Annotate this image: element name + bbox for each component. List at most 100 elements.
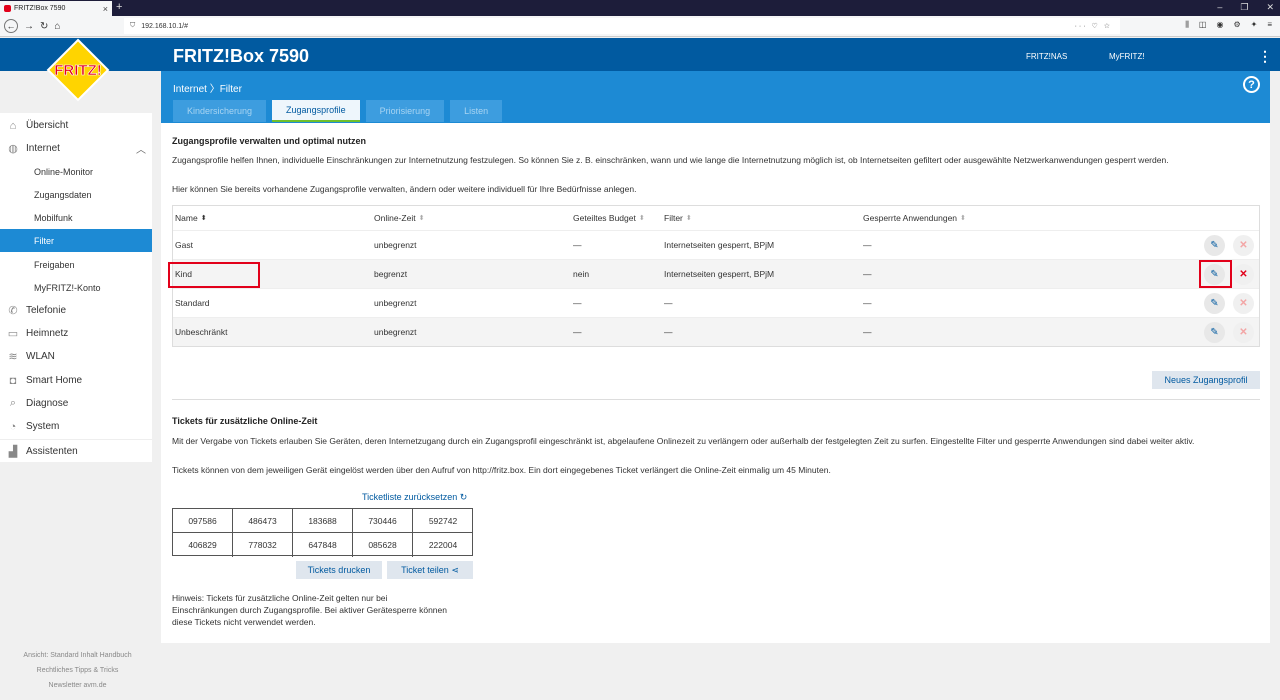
close-window-icon[interactable]: ✕ <box>1266 2 1274 13</box>
close-tab-icon[interactable]: × <box>103 4 108 14</box>
fritznas-link[interactable]: FRITZ!NAS <box>1026 52 1067 61</box>
sidebar-item-uebersicht[interactable]: ⌂ Übersicht <box>0 114 152 137</box>
sidebar-item-label: WLAN <box>26 351 55 362</box>
row-filter: — <box>664 327 673 337</box>
profiles-title: Zugangsprofile verwalten und optimal nut… <box>172 136 367 146</box>
account-icon[interactable]: ◉ <box>1216 20 1223 30</box>
tickets-note: Hinweis: Tickets für zusätzliche Online-… <box>172 593 447 627</box>
menu-icon[interactable]: ≡ <box>1267 20 1272 30</box>
browser-nav-bar: ← → ↻ ⌂ ⛉ 192.168.10.1/# ··· ♡ ☆ ⫼ ◫ ◉ ⚙… <box>0 16 1280 37</box>
print-tickets-button[interactable]: Tickets drucken <box>296 561 382 579</box>
highlight-kind-name <box>168 262 260 288</box>
edit-button[interactable]: ✎ <box>1204 235 1225 256</box>
sidebar-item-freigaben[interactable]: Freigaben <box>0 253 152 276</box>
sidebar-item-wlan[interactable]: ≋ WLAN <box>0 345 152 368</box>
more-menu-icon[interactable]: ⋮ <box>1258 48 1272 65</box>
row-blocked: — <box>863 327 872 337</box>
fritz-logo[interactable]: FRITZ! <box>46 38 110 102</box>
browser-tab-bar: FRITZ!Box 7590 × + – ❐ ✕ <box>0 0 1280 16</box>
back-icon[interactable]: ← <box>4 19 18 33</box>
col-label: Gesperrte Anwendungen <box>863 213 958 223</box>
sidebar-item-heimnetz[interactable]: ▭ Heimnetz <box>0 322 152 345</box>
new-tab-button[interactable]: + <box>116 1 122 13</box>
tab-priorisierung[interactable]: Priorisierung <box>365 100 445 122</box>
logo-text: FRITZ! <box>54 62 101 79</box>
settings-icon[interactable]: ⚙ <box>1233 20 1240 30</box>
reload-icon[interactable]: ↻ <box>40 21 48 32</box>
delete-button[interactable]: ✕ <box>1233 293 1254 314</box>
sidebar-item-diagnose[interactable]: ⌕ Diagnose <box>0 392 152 415</box>
sidebar-item-label: System <box>26 421 60 432</box>
col-filter-header[interactable]: Filter ⬍ <box>664 206 692 230</box>
delete-button[interactable]: ✕ <box>1233 235 1254 256</box>
col-name-header[interactable]: Name ⬍ <box>175 206 207 230</box>
restore-icon[interactable]: ❐ <box>1240 2 1248 13</box>
sidebar-item-myfritz-konto[interactable]: MyFRITZ!-Konto <box>0 276 152 299</box>
tab-listen[interactable]: Listen <box>450 100 503 122</box>
tab-kindersicherung[interactable]: Kindersicherung <box>173 100 267 122</box>
row-budget: — <box>573 240 582 250</box>
sidebar-item-mobilfunk[interactable]: Mobilfunk <box>0 206 152 229</box>
row-name: Unbeschränkt <box>175 327 228 337</box>
globe-icon: ◍ <box>8 143 18 155</box>
forward-icon[interactable]: → <box>24 21 34 32</box>
table-row: Gast unbegrenzt — Internetseiten gesperr… <box>173 230 1259 259</box>
sidebar-item-filter[interactable]: Filter <box>0 229 152 252</box>
new-profile-button[interactable]: Neues Zugangsprofil <box>1152 371 1260 389</box>
sidebar-item-online-monitor[interactable]: Online-Monitor <box>0 160 152 183</box>
row-budget: nein <box>573 269 590 279</box>
sidebar-item-system[interactable]: ◔ System <box>0 415 152 438</box>
ticket-cell: 592742 <box>413 509 473 533</box>
sidebar-item-telefonie[interactable]: ✆ Telefonie <box>0 299 152 322</box>
minimize-icon[interactable]: – <box>1217 2 1222 13</box>
col-budget-header[interactable]: Geteiltes Budget ⬍ <box>573 206 645 230</box>
browser-tab[interactable]: FRITZ!Box 7590 × <box>0 1 112 16</box>
edit-button[interactable]: ✎ <box>1204 293 1225 314</box>
fritz-favicon-icon <box>4 5 11 12</box>
sidebar-item-smart-home[interactable]: ◘ Smart Home <box>0 369 152 392</box>
profiles-table: Name ⬍ Online-Zeit ⬍ Geteiltes Budget ⬍ Fil… <box>172 205 1260 347</box>
ticket-cell: 406829 <box>173 533 233 557</box>
library-icon[interactable]: ⫼ <box>1185 20 1189 30</box>
shield-icon[interactable]: ⛉ <box>130 22 135 30</box>
profiles-hint: Hier können Sie bereits vorhandene Zugan… <box>172 184 637 194</box>
refresh-icon: ↻ <box>459 492 468 502</box>
page-actions[interactable]: ··· ♡ ☆ <box>1075 22 1112 30</box>
sort-icon: ⬍ <box>685 215 692 222</box>
row-filter: — <box>664 298 673 308</box>
extension-icon[interactable]: ✦ <box>1251 20 1258 30</box>
row-filter: Internetseiten gesperrt, BPjM <box>664 240 775 250</box>
delete-button[interactable]: ✕ <box>1233 322 1254 343</box>
share-ticket-button[interactable]: Ticket teilen ⋖ <box>387 561 473 579</box>
footer-line-2[interactable]: Rechtliches Tipps & Tricks <box>0 663 155 678</box>
col-blocked-header[interactable]: Gesperrte Anwendungen ⬍ <box>863 206 966 230</box>
chevron-up-icon[interactable]: ︿ <box>136 141 146 156</box>
sidebar-icon[interactable]: ◫ <box>1199 20 1207 30</box>
help-icon[interactable]: ? <box>1243 76 1260 93</box>
home-icon[interactable]: ⌂ <box>54 21 60 32</box>
url-bar[interactable]: ⛉ 192.168.10.1/# ··· ♡ ☆ <box>124 18 1120 34</box>
assistant-icon: ▟ <box>8 445 18 458</box>
col-label: Online-Zeit <box>374 213 416 223</box>
url-text: 192.168.10.1/# <box>141 22 188 30</box>
edit-button[interactable]: ✎ <box>1204 322 1225 343</box>
sidebar-item-internet[interactable]: ◍ Internet ︿ <box>0 137 152 160</box>
sidebar-item-zugangsdaten[interactable]: Zugangsdaten <box>0 183 152 206</box>
window-controls: – ❐ ✕ <box>1217 2 1274 13</box>
reset-ticket-list-link[interactable]: Ticketliste zurücksetzen ↻ <box>362 492 467 503</box>
myfritz-link[interactable]: MyFRITZ! <box>1109 52 1145 61</box>
sidebar-item-label: Internet <box>26 143 60 154</box>
tab-zugangsprofile[interactable]: Zugangsprofile <box>272 100 360 122</box>
row-name: Standard <box>175 298 210 308</box>
sidebar-footer: Ansicht: Standard Inhalt Handbuch Rechtl… <box>0 648 155 693</box>
delete-button[interactable]: ✕ <box>1233 264 1254 285</box>
row-blocked: — <box>863 269 872 279</box>
col-label: Filter <box>664 213 683 223</box>
footer-line-3[interactable]: Newsletter avm.de <box>0 678 155 693</box>
row-blocked: — <box>863 298 872 308</box>
sidebar-item-assistenten[interactable]: ▟ Assistenten <box>0 439 152 462</box>
phone-icon: ✆ <box>8 305 18 317</box>
footer-line-1[interactable]: Ansicht: Standard Inhalt Handbuch <box>0 648 155 663</box>
col-online-header[interactable]: Online-Zeit ⬍ <box>374 206 424 230</box>
table-row: Kind begrenzt nein Internetseiten gesper… <box>173 259 1259 288</box>
